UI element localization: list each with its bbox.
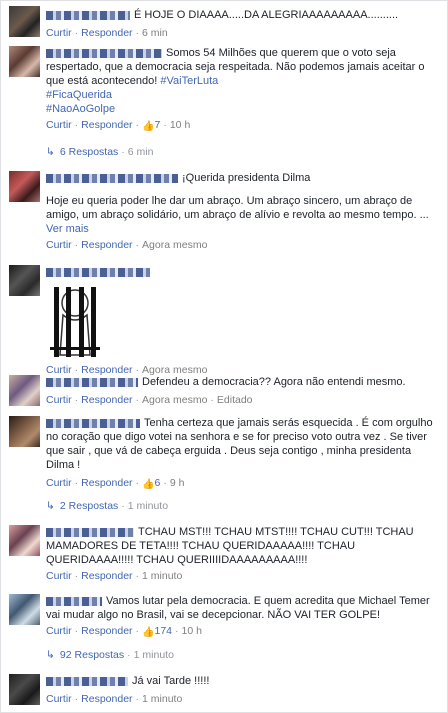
timestamp[interactable]: 10 h (170, 119, 190, 131)
commenter-name[interactable] (46, 418, 140, 428)
replies-timestamp: 6 min (127, 146, 154, 158)
commenter-name[interactable] (46, 173, 178, 183)
like-button[interactable]: Curtir (46, 239, 72, 251)
reply-button[interactable]: Responder (81, 27, 132, 39)
reply-button[interactable]: Responder (81, 477, 132, 489)
like-button[interactable]: Curtir (46, 477, 72, 489)
view-replies-link[interactable]: ↳ 92 Respostas · 1 minuto (46, 649, 174, 661)
thumbs-up-icon: 👍 (142, 121, 155, 132)
like-count[interactable]: 6 (155, 477, 161, 489)
comment-text: Hoje eu queria poder lhe dar um abraço. … (46, 195, 429, 221)
reply-button[interactable]: Responder (81, 239, 132, 251)
comment-text: Vamos lutar pela democracia. E quem acre… (46, 595, 430, 621)
view-replies-link[interactable]: ↳ 6 Respostas · 6 min (46, 146, 153, 158)
avatar[interactable] (9, 525, 40, 556)
view-replies-link[interactable]: ↳ 2 Respostas · 1 minuto (46, 500, 168, 512)
like-button[interactable]: Curtir (46, 394, 72, 406)
timestamp[interactable]: Agora mesmo (142, 239, 207, 251)
comment-text: É HOJE O DIAAAA.....DA ALEGRIAAAAAAAAA..… (134, 9, 399, 21)
like-button[interactable]: Curtir (46, 570, 72, 582)
commenter-name[interactable] (46, 676, 128, 686)
commenter-name[interactable] (46, 48, 162, 58)
avatar[interactable] (9, 375, 40, 406)
commenter-name[interactable] (46, 267, 150, 277)
jail-sticker-image[interactable] (46, 285, 104, 359)
replies-timestamp: 1 minuto (127, 500, 169, 512)
edited-label[interactable]: Editado (217, 394, 253, 406)
hashtag-link[interactable]: #NaoAoGolpe (46, 103, 115, 115)
avatar[interactable] (9, 674, 40, 705)
avatar[interactable] (9, 265, 40, 296)
like-button[interactable]: Curtir (46, 693, 72, 705)
timestamp[interactable]: 1 minuto (142, 693, 182, 705)
like-count[interactable]: 174 (155, 625, 173, 637)
reply-button[interactable]: Responder (81, 693, 132, 705)
hashtag-link[interactable]: #VaiTerLuta (160, 75, 218, 87)
timestamp[interactable]: 1 minuto (142, 570, 182, 582)
hashtag-link[interactable]: #FicaQuerida (46, 89, 112, 101)
reply-arrow-icon: ↳ (46, 500, 55, 512)
see-more-link[interactable]: Ver mais (46, 223, 89, 235)
reply-button[interactable]: Responder (81, 119, 132, 131)
like-button[interactable]: Curtir (46, 27, 72, 39)
reply-button[interactable]: Responder (81, 394, 132, 406)
replies-count[interactable]: 6 Respostas (60, 146, 118, 158)
thumbs-up-icon: 👍 (142, 479, 155, 490)
replies-count[interactable]: 2 Respostas (60, 500, 118, 512)
reply-button[interactable]: Responder (81, 570, 132, 582)
like-count[interactable]: 7 (155, 119, 161, 131)
avatar[interactable] (9, 171, 40, 202)
avatar[interactable] (9, 6, 40, 37)
avatar[interactable] (9, 416, 40, 447)
reply-button[interactable]: Responder (81, 625, 132, 637)
timestamp[interactable]: 10 h (182, 625, 202, 637)
replies-timestamp: 1 minuto (133, 649, 174, 661)
timestamp[interactable]: 9 h (170, 477, 185, 489)
commenter-name[interactable] (46, 10, 130, 20)
timestamp[interactable]: 6 min (142, 27, 168, 39)
reply-arrow-icon: ↳ (46, 146, 55, 158)
thumbs-up-icon: 👍 (142, 627, 155, 638)
like-button[interactable]: Curtir (46, 625, 72, 637)
commenter-name[interactable] (46, 596, 102, 606)
reply-arrow-icon: ↳ (46, 649, 55, 661)
like-button[interactable]: Curtir (46, 119, 72, 131)
comment-text: Defendeu a democracia?? Agora não entend… (142, 376, 406, 388)
comment-text: Já vai Tarde !!!!! (132, 675, 210, 687)
avatar[interactable] (9, 46, 40, 77)
commenter-name[interactable] (46, 527, 134, 537)
comment-text-head: ¡Querida presidenta Dilma (182, 172, 311, 184)
commenter-name[interactable] (46, 377, 138, 387)
avatar[interactable] (9, 594, 40, 625)
timestamp[interactable]: Agora mesmo (142, 394, 207, 406)
replies-count[interactable]: 92 Respostas (60, 649, 124, 661)
